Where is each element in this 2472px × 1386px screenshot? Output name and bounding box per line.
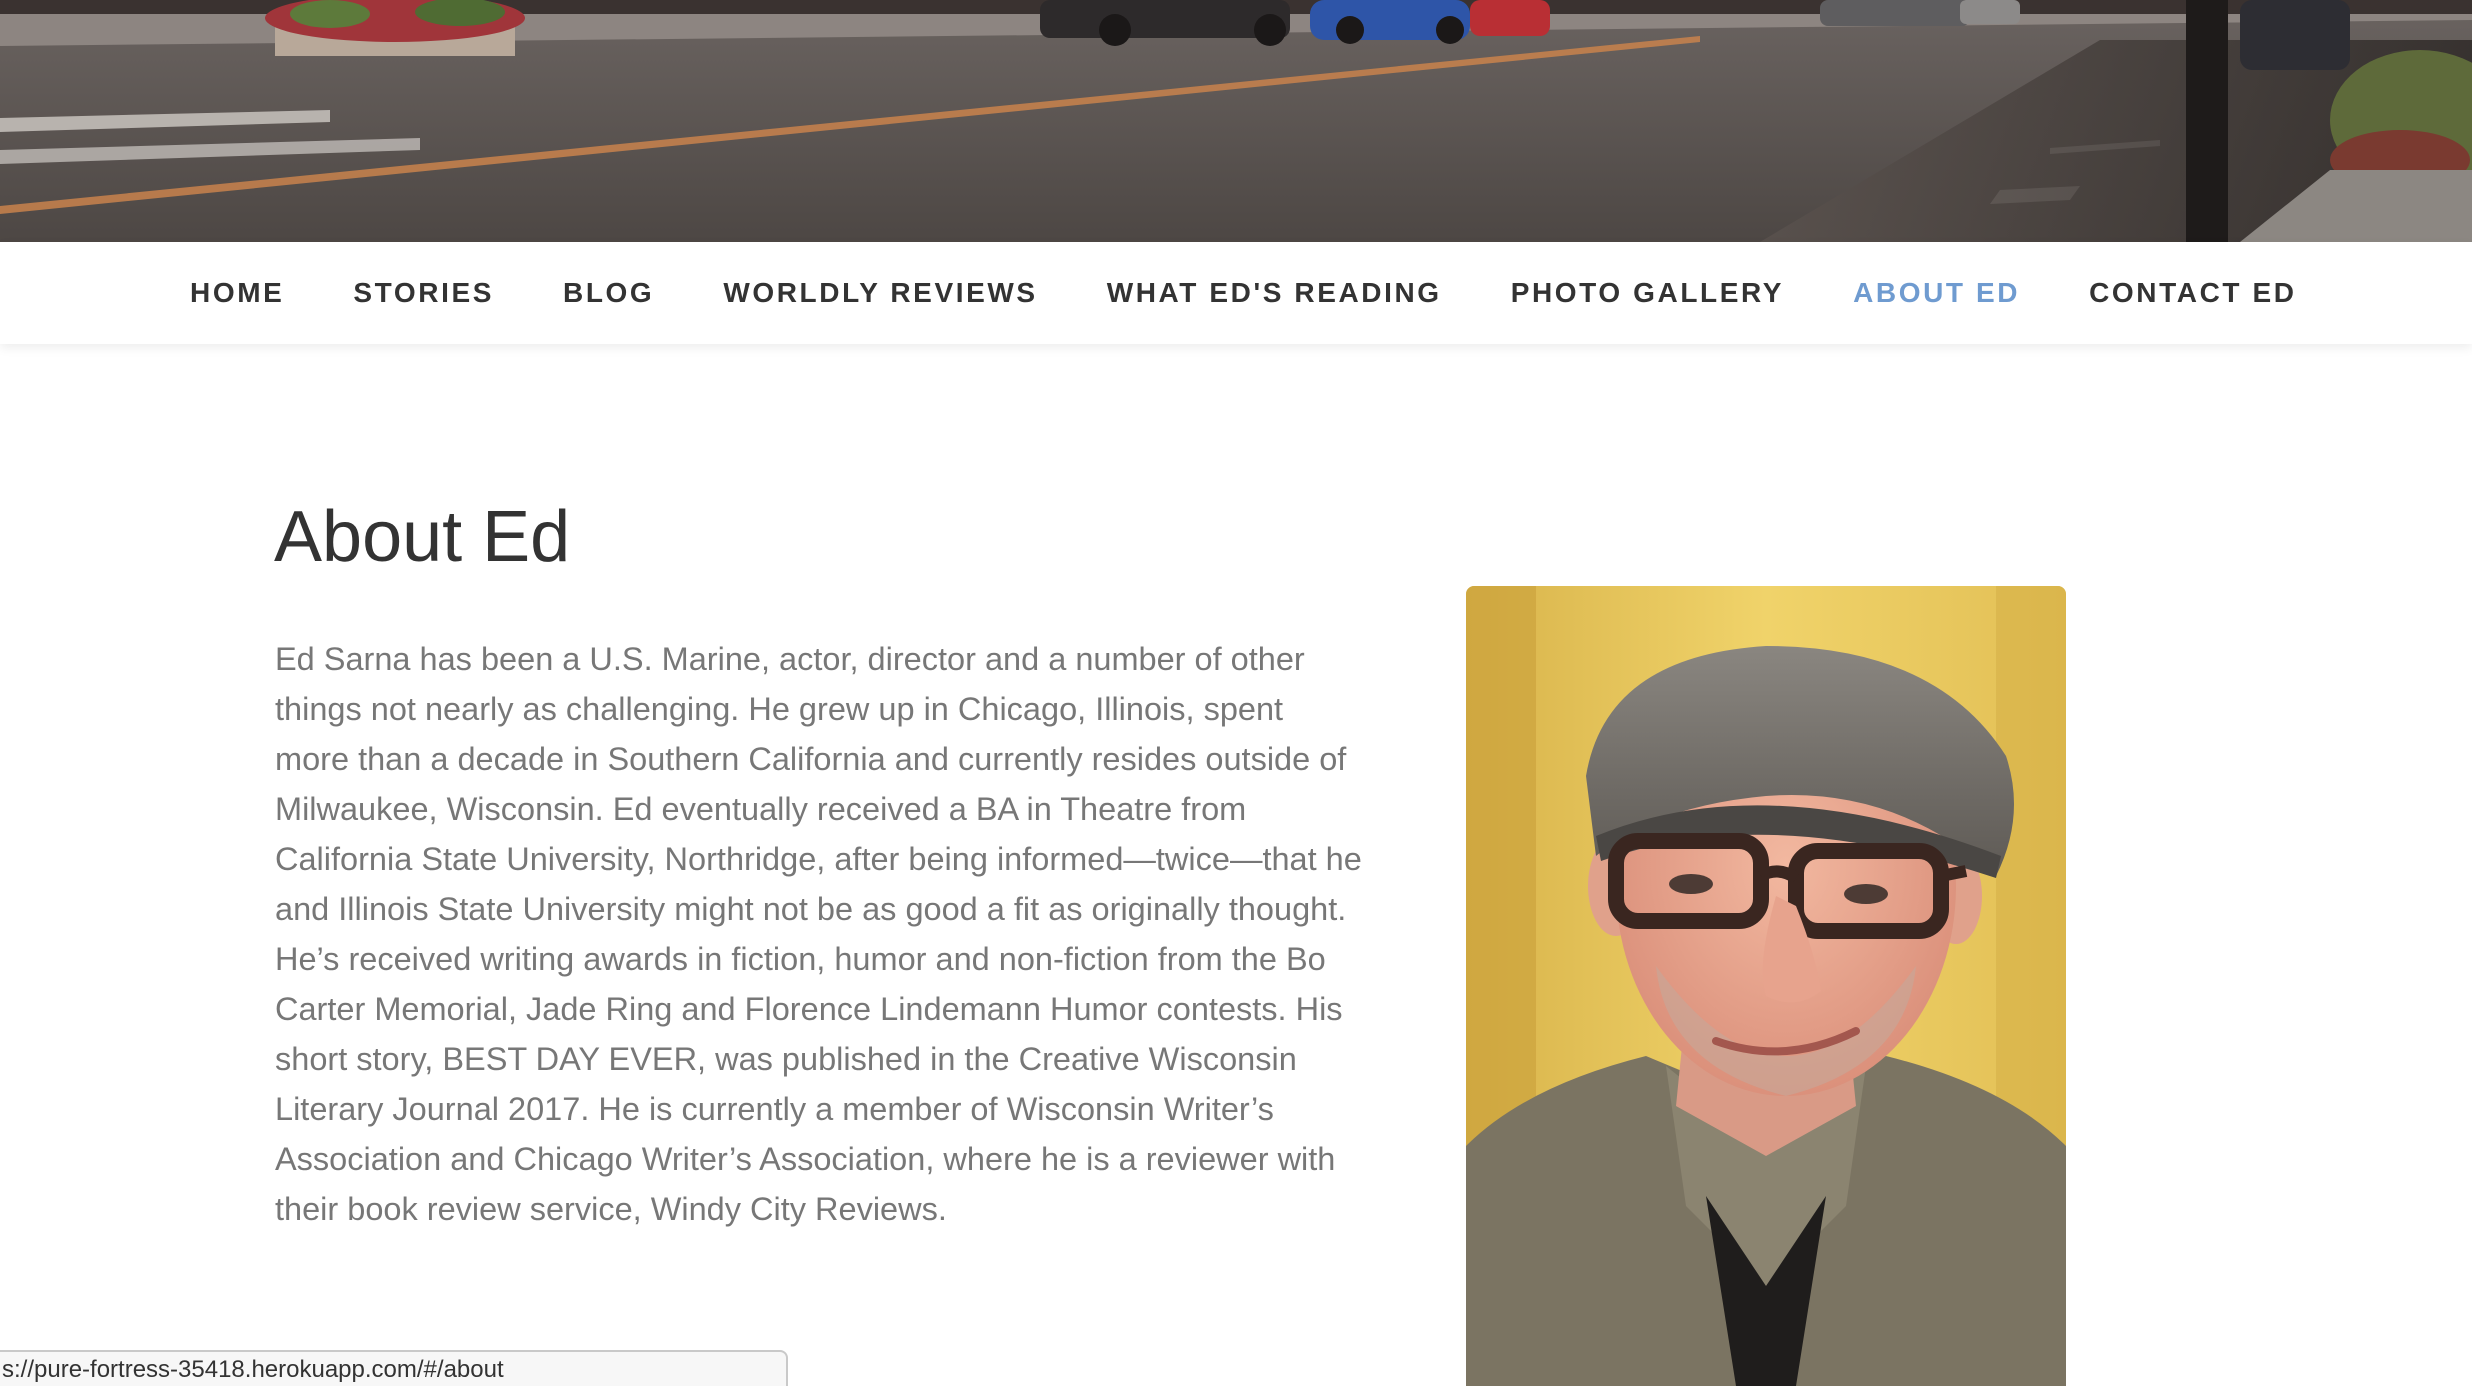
author-portrait-image [1466,586,2066,1386]
nav-item-stories[interactable]: STORIES [353,277,494,309]
main-navigation: HOME STORIES BLOG WORLDLY REVIEWS WHAT E… [0,242,2472,344]
page-title: About Ed [274,497,571,577]
nav-item-photo-gallery[interactable]: PHOTO GALLERY [1511,277,1784,309]
page: HOME STORIES BLOG WORLDLY REVIEWS WHAT E… [0,0,2472,1386]
nav-item-contact-ed[interactable]: CONTACT ED [2089,277,2296,309]
nav-menu: HOME STORIES BLOG WORLDLY REVIEWS WHAT E… [190,242,2297,344]
header-street-photo [0,0,2472,242]
street-scene-image [0,0,2472,242]
nav-item-what-eds-reading[interactable]: WHAT ED'S READING [1107,277,1442,309]
nav-item-worldly-reviews[interactable]: WORLDLY REVIEWS [723,277,1037,309]
nav-item-home[interactable]: HOME [190,277,284,309]
portrait-photo [1466,586,2066,1386]
bio-paragraph: Ed Sarna has been a U.S. Marine, actor, … [275,641,1362,1227]
nav-item-blog[interactable]: BLOG [563,277,654,309]
nav-item-about-ed[interactable]: ABOUT ED [1853,277,2020,309]
status-bar-url: s://pure-fortress-35418.herokuapp.com/#/… [0,1350,788,1386]
